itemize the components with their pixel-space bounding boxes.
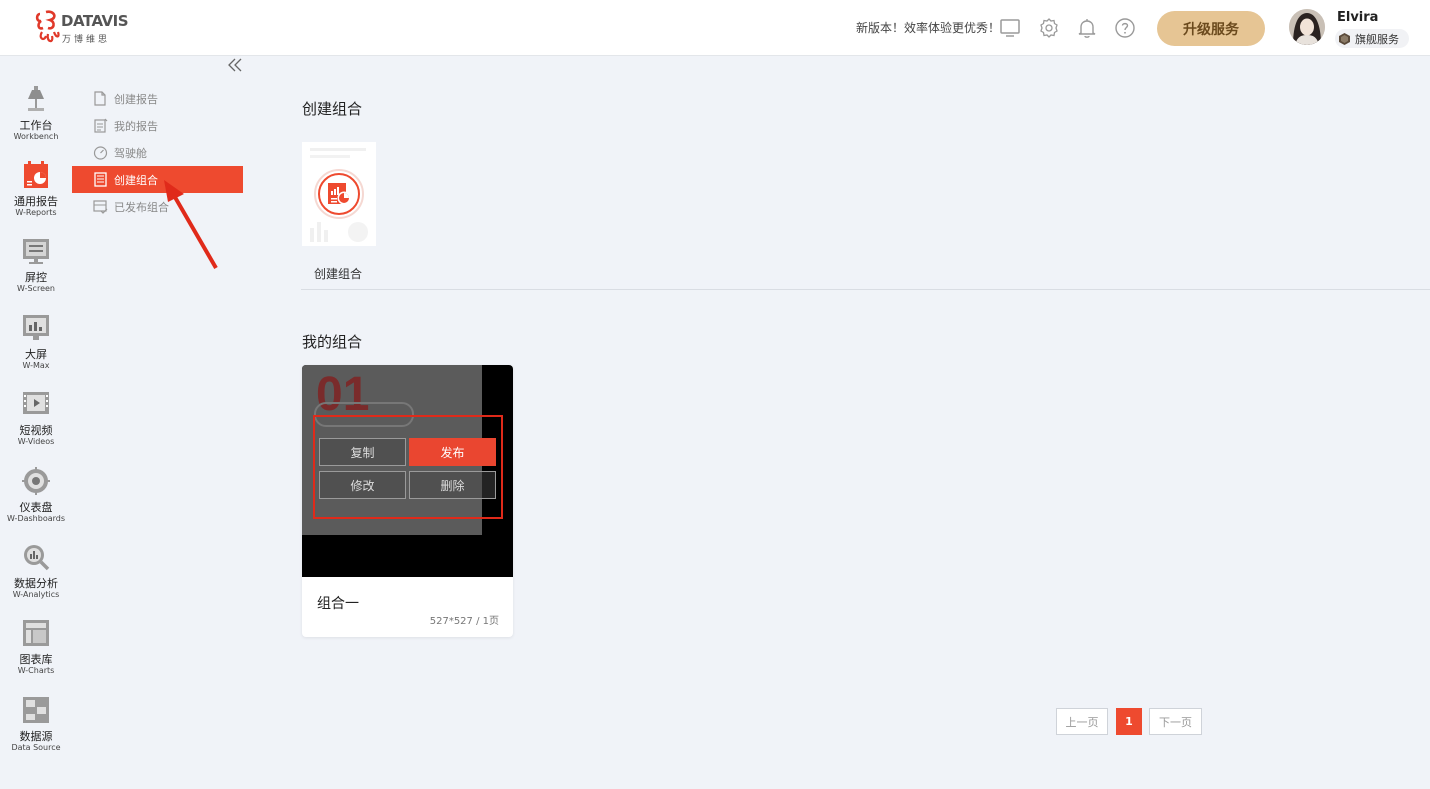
submenu-cockpit[interactable]: 驾驶舱 xyxy=(72,139,243,166)
create-combo-illustration xyxy=(310,148,368,242)
create-combo-label[interactable]: 创建组合 xyxy=(314,265,362,282)
bell-icon[interactable] xyxy=(1075,16,1099,40)
collapse-menu-icon[interactable] xyxy=(226,56,244,74)
published-icon xyxy=(93,200,108,214)
analytics-icon xyxy=(24,545,50,571)
combo-thumbnail[interactable]: 01 复制 发布 修改 删除 xyxy=(302,365,513,577)
new-version-notice[interactable]: 新版本！效率体验更优秀！ xyxy=(856,19,1000,36)
rail-label-en: W-Videos xyxy=(17,437,55,446)
rail-label-cn: 图表库 xyxy=(19,653,53,666)
rail-item-max[interactable]: 大屏 W-Max xyxy=(0,314,72,384)
section-divider xyxy=(301,289,1430,290)
rail-item-workbench[interactable]: 工作台 Workbench xyxy=(0,85,72,155)
rail-item-datasource[interactable]: 数据源 Data Source xyxy=(0,696,72,766)
report-calendar-icon xyxy=(24,161,48,188)
submenu-label: 已发布组合 xyxy=(114,200,169,214)
submenu-label: 驾驶舱 xyxy=(114,146,147,160)
submenu-published-combos[interactable]: 已发布组合 xyxy=(72,193,243,220)
rail-label-en: W-Screen xyxy=(17,284,55,293)
plan-label: 旗舰服务 xyxy=(1355,32,1399,46)
help-icon[interactable] xyxy=(1113,16,1137,40)
rail-label-en: W-Charts xyxy=(17,666,55,675)
upgrade-service-button[interactable]: 升级服务 xyxy=(1157,11,1265,46)
rail-label-cn: 工作台 xyxy=(19,119,53,132)
rail-label-cn: 数据分析 xyxy=(14,577,58,590)
copy-button[interactable]: 复制 xyxy=(319,438,406,466)
rail-label-en: W-Reports xyxy=(15,208,57,217)
logo-subtitle: 万博维思 xyxy=(62,35,111,45)
rail-label-en: Data Source xyxy=(11,743,61,752)
combo-meta: 527*527 / 1页 xyxy=(429,616,499,627)
submenu-label: 创建组合 xyxy=(114,173,158,187)
lamp-icon xyxy=(28,86,44,111)
datasource-icon xyxy=(23,697,49,723)
my-report-icon xyxy=(94,118,108,133)
dashboard-icon xyxy=(22,467,50,495)
publish-button[interactable]: 发布 xyxy=(409,438,496,466)
hexagon-icon xyxy=(1339,32,1350,45)
delete-button[interactable]: 删除 xyxy=(409,471,496,499)
annotation-highlight-box xyxy=(313,415,503,519)
charts-icon xyxy=(23,620,49,646)
rail-label-cn: 大屏 xyxy=(25,348,47,361)
rail-item-videos[interactable]: 短视频 W-Videos xyxy=(0,390,72,460)
video-icon xyxy=(23,392,49,414)
rail-label-en: W-Max xyxy=(22,361,50,370)
rail-item-reports[interactable]: 通用报告 W-Reports xyxy=(0,161,72,231)
bigscreen-icon xyxy=(23,315,49,340)
rail-item-analytics[interactable]: 数据分析 W-Analytics xyxy=(0,543,72,613)
edit-button[interactable]: 修改 xyxy=(319,471,406,499)
submenu-my-reports[interactable]: 我的报告 xyxy=(72,112,243,139)
rail-label-cn: 仪表盘 xyxy=(19,501,53,514)
my-combos-title: 我的组合 xyxy=(302,333,363,351)
next-page-button[interactable]: 下一页 xyxy=(1149,708,1202,735)
page-number-current[interactable]: 1 xyxy=(1116,708,1142,735)
datavis-logo[interactable]: DATAVIS 万博维思 xyxy=(34,8,129,50)
gauge-icon xyxy=(93,146,108,160)
monitor-icon[interactable] xyxy=(998,16,1022,40)
submenu-create-combo[interactable]: 创建组合 xyxy=(72,166,243,193)
rail-label-cn: 通用报告 xyxy=(14,195,58,208)
rail-item-charts[interactable]: 图表库 W-Charts xyxy=(0,619,72,689)
create-combo-card[interactable] xyxy=(302,142,376,246)
gear-icon[interactable] xyxy=(1037,16,1061,40)
new-doc-icon xyxy=(94,91,106,106)
submenu-label: 创建报告 xyxy=(114,92,158,106)
rail-label-cn: 数据源 xyxy=(19,730,53,743)
screen-control-icon xyxy=(23,239,49,264)
plan-badge: 旗舰服务 xyxy=(1335,29,1409,48)
rail-label-en: Workbench xyxy=(13,132,59,141)
combo-name: 组合一 xyxy=(317,596,359,612)
combo-icon xyxy=(94,172,107,187)
rail-label-cn: 屏控 xyxy=(25,271,47,284)
submenu-label: 我的报告 xyxy=(114,119,158,133)
top-header: DATAVIS 万博维思 新版本！效率体验更优秀！ 升级服务 Elvira 旗舰… xyxy=(0,0,1430,56)
app-rail: 工作台 Workbench 通用报告 W-Reports 屏控 W-Screen xyxy=(0,56,72,789)
rail-label-cn: 短视频 xyxy=(19,424,53,437)
avatar-image xyxy=(1289,9,1325,45)
rail-label-en: W-Dashboards xyxy=(6,514,66,523)
create-section-title: 创建组合 xyxy=(302,100,363,118)
rail-label-en: W-Analytics xyxy=(12,590,60,599)
submenu-create-report[interactable]: 创建报告 xyxy=(72,85,243,112)
user-name[interactable]: Elvira xyxy=(1337,10,1378,25)
rail-item-dashboards[interactable]: 仪表盘 W-Dashboards xyxy=(0,467,72,537)
combo-card[interactable]: 01 复制 发布 修改 删除 组合一 527*527 / 1页 xyxy=(302,365,513,637)
logo-title: DATAVIS xyxy=(61,12,129,30)
avatar[interactable] xyxy=(1289,9,1325,45)
prev-page-button[interactable]: 上一页 xyxy=(1056,708,1108,735)
rail-item-screen[interactable]: 屏控 W-Screen xyxy=(0,237,72,307)
logo-mark-icon xyxy=(35,10,60,43)
